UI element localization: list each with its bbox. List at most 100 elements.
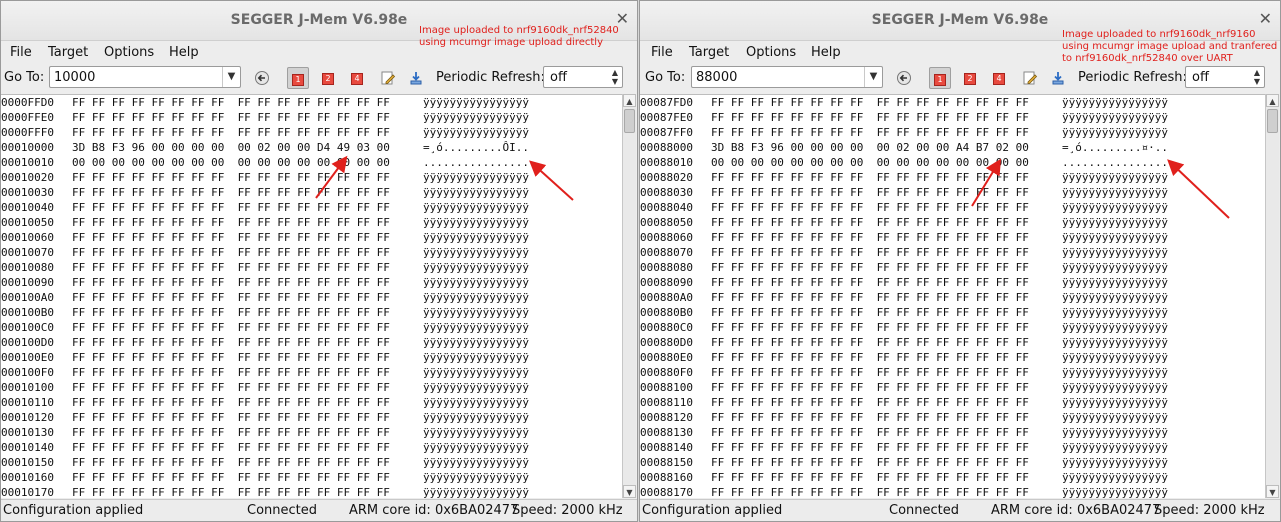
hex-bytes[interactable]: FF FF FF FF FF FF FF FF FF FF FF FF FF F… <box>72 170 390 185</box>
hex-ascii[interactable]: =¸ó.........¤·.. <box>1062 140 1168 155</box>
periodic-refresh-select[interactable]: off ▲ ▼ <box>1185 66 1265 88</box>
goto-address-combobox[interactable]: 88000 ▼ <box>691 66 883 88</box>
hex-address[interactable]: 00010060 <box>1 230 54 245</box>
vertical-scrollbar[interactable]: ▲ ▼ <box>1265 94 1279 498</box>
hex-bytes[interactable]: FF FF FF FF FF FF FF FF FF FF FF FF FF F… <box>711 410 1029 425</box>
hex-ascii[interactable]: ÿÿÿÿÿÿÿÿÿÿÿÿÿÿÿÿ <box>1062 410 1168 425</box>
memory-hex-view[interactable]: 0000FFD0 FF FF FF FF FF FF FF FF FF FF FF… <box>1 94 622 498</box>
memory-hex-view[interactable]: 00087FD0 FF FF FF FF FF FF FF FF FF FF FF… <box>640 94 1265 498</box>
hex-address[interactable]: 000880B0 <box>640 305 693 320</box>
hex-ascii[interactable]: ÿÿÿÿÿÿÿÿÿÿÿÿÿÿÿÿ <box>423 260 529 275</box>
hex-address[interactable]: 000100F0 <box>1 365 54 380</box>
hex-address[interactable]: 00010010 <box>1 155 54 170</box>
hex-bytes[interactable]: FF FF FF FF FF FF FF FF FF FF FF FF FF F… <box>711 230 1029 245</box>
memory-1-icon[interactable]: 1 <box>287 67 309 89</box>
hex-address[interactable]: 00088080 <box>640 260 693 275</box>
hex-address[interactable]: 000100C0 <box>1 320 54 335</box>
hex-ascii[interactable]: ÿÿÿÿÿÿÿÿÿÿÿÿÿÿÿÿ <box>423 215 529 230</box>
scrollbar-thumb[interactable] <box>1267 109 1278 133</box>
spin-arrows-icon[interactable]: ▲ ▼ <box>612 68 618 86</box>
back-arrow-icon[interactable] <box>251 67 273 89</box>
hex-ascii[interactable]: ÿÿÿÿÿÿÿÿÿÿÿÿÿÿÿÿ <box>1062 380 1168 395</box>
hex-bytes[interactable]: FF FF FF FF FF FF FF FF FF FF FF FF FF F… <box>72 380 390 395</box>
hex-bytes[interactable]: FF FF FF FF FF FF FF FF FF FF FF FF FF F… <box>711 395 1029 410</box>
hex-bytes[interactable]: FF FF FF FF FF FF FF FF FF FF FF FF FF F… <box>72 200 390 215</box>
menu-file[interactable]: File <box>10 45 32 60</box>
hex-ascii[interactable]: ÿÿÿÿÿÿÿÿÿÿÿÿÿÿÿÿ <box>1062 110 1168 125</box>
hex-ascii[interactable]: ÿÿÿÿÿÿÿÿÿÿÿÿÿÿÿÿ <box>1062 425 1168 440</box>
hex-bytes[interactable]: FF FF FF FF FF FF FF FF FF FF FF FF FF F… <box>711 455 1029 470</box>
hex-address[interactable]: 00010160 <box>1 470 54 485</box>
hex-bytes[interactable]: FF FF FF FF FF FF FF FF FF FF FF FF FF F… <box>72 320 390 335</box>
hex-ascii[interactable]: ÿÿÿÿÿÿÿÿÿÿÿÿÿÿÿÿ <box>423 125 529 140</box>
hex-ascii[interactable]: ................ <box>1062 155 1168 170</box>
hex-address[interactable]: 000880C0 <box>640 320 693 335</box>
hex-address[interactable]: 000880E0 <box>640 350 693 365</box>
hex-address[interactable]: 00088110 <box>640 395 693 410</box>
menu-file[interactable]: File <box>651 45 673 60</box>
hex-ascii[interactable]: ÿÿÿÿÿÿÿÿÿÿÿÿÿÿÿÿ <box>1062 455 1168 470</box>
edit-icon[interactable] <box>377 67 399 89</box>
hex-address[interactable]: 00088140 <box>640 440 693 455</box>
hex-address[interactable]: 00010040 <box>1 200 54 215</box>
hex-address[interactable]: 00088060 <box>640 230 693 245</box>
hex-bytes[interactable]: 3D B8 F3 96 00 00 00 00 00 02 00 00 D4 4… <box>72 140 390 155</box>
hex-ascii[interactable]: ÿÿÿÿÿÿÿÿÿÿÿÿÿÿÿÿ <box>1062 335 1168 350</box>
download-icon[interactable] <box>405 67 427 89</box>
scroll-up-icon[interactable]: ▲ <box>1266 94 1279 107</box>
hex-address[interactable]: 00010130 <box>1 425 54 440</box>
chevron-down-icon[interactable]: ▼ <box>864 67 882 87</box>
hex-bytes[interactable]: FF FF FF FF FF FF FF FF FF FF FF FF FF F… <box>711 335 1029 350</box>
title-bar[interactable]: SEGGER J-Mem V6.98e ✕ Image uploaded to … <box>1 1 637 48</box>
hex-address[interactable]: 00010020 <box>1 170 54 185</box>
hex-bytes[interactable]: FF FF FF FF FF FF FF FF FF FF FF FF FF F… <box>711 470 1029 485</box>
hex-address[interactable]: 00088000 <box>640 140 693 155</box>
menu-help[interactable]: Help <box>811 45 841 60</box>
scroll-up-icon[interactable]: ▲ <box>623 94 636 107</box>
hex-bytes[interactable]: FF FF FF FF FF FF FF FF FF FF FF FF FF F… <box>711 125 1029 140</box>
vertical-scrollbar[interactable]: ▲ ▼ <box>622 94 636 498</box>
hex-address[interactable]: 00010070 <box>1 245 54 260</box>
hex-bytes[interactable]: FF FF FF FF FF FF FF FF FF FF FF FF FF F… <box>72 215 390 230</box>
hex-address[interactable]: 000100D0 <box>1 335 54 350</box>
hex-bytes[interactable]: FF FF FF FF FF FF FF FF FF FF FF FF FF F… <box>711 275 1029 290</box>
hex-ascii[interactable]: ................ <box>423 155 529 170</box>
goto-address-combobox[interactable]: 10000 ▼ <box>49 66 241 88</box>
hex-ascii[interactable]: ÿÿÿÿÿÿÿÿÿÿÿÿÿÿÿÿ <box>423 440 529 455</box>
hex-address[interactable]: 00088170 <box>640 485 693 498</box>
hex-address[interactable]: 00088090 <box>640 275 693 290</box>
hex-bytes[interactable]: FF FF FF FF FF FF FF FF FF FF FF FF FF F… <box>72 365 390 380</box>
hex-ascii[interactable]: ÿÿÿÿÿÿÿÿÿÿÿÿÿÿÿÿ <box>423 305 529 320</box>
hex-ascii[interactable]: ÿÿÿÿÿÿÿÿÿÿÿÿÿÿÿÿ <box>1062 440 1168 455</box>
hex-bytes[interactable]: 00 00 00 00 00 00 00 00 00 00 00 00 00 0… <box>72 155 390 170</box>
hex-ascii[interactable]: ÿÿÿÿÿÿÿÿÿÿÿÿÿÿÿÿ <box>423 95 529 110</box>
hex-bytes[interactable]: FF FF FF FF FF FF FF FF FF FF FF FF FF F… <box>72 425 390 440</box>
hex-bytes[interactable]: FF FF FF FF FF FF FF FF FF FF FF FF FF F… <box>711 305 1029 320</box>
hex-address[interactable]: 00010110 <box>1 395 54 410</box>
hex-ascii[interactable]: ÿÿÿÿÿÿÿÿÿÿÿÿÿÿÿÿ <box>423 230 529 245</box>
hex-bytes[interactable]: FF FF FF FF FF FF FF FF FF FF FF FF FF F… <box>711 320 1029 335</box>
hex-address[interactable]: 000880A0 <box>640 290 693 305</box>
hex-bytes[interactable]: FF FF FF FF FF FF FF FF FF FF FF FF FF F… <box>72 110 390 125</box>
hex-bytes[interactable]: FF FF FF FF FF FF FF FF FF FF FF FF FF F… <box>72 350 390 365</box>
hex-address[interactable]: 00088130 <box>640 425 693 440</box>
menu-help[interactable]: Help <box>169 45 199 60</box>
hex-address[interactable]: 00010150 <box>1 455 54 470</box>
hex-ascii[interactable]: ÿÿÿÿÿÿÿÿÿÿÿÿÿÿÿÿ <box>1062 485 1168 498</box>
hex-address[interactable]: 00088100 <box>640 380 693 395</box>
hex-address[interactable]: 00088050 <box>640 215 693 230</box>
hex-bytes[interactable]: FF FF FF FF FF FF FF FF FF FF FF FF FF F… <box>72 95 390 110</box>
hex-bytes[interactable]: 00 00 00 00 00 00 00 00 00 00 00 00 00 0… <box>711 155 1029 170</box>
menu-options[interactable]: Options <box>746 45 796 60</box>
memory-4-icon[interactable]: 4 <box>346 67 368 89</box>
edit-icon[interactable] <box>1019 67 1041 89</box>
hex-ascii[interactable]: ÿÿÿÿÿÿÿÿÿÿÿÿÿÿÿÿ <box>423 185 529 200</box>
hex-ascii[interactable]: ÿÿÿÿÿÿÿÿÿÿÿÿÿÿÿÿ <box>1062 245 1168 260</box>
hex-ascii[interactable]: ÿÿÿÿÿÿÿÿÿÿÿÿÿÿÿÿ <box>423 170 529 185</box>
menu-target[interactable]: Target <box>689 45 729 60</box>
hex-bytes[interactable]: FF FF FF FF FF FF FF FF FF FF FF FF FF F… <box>72 125 390 140</box>
hex-bytes[interactable]: FF FF FF FF FF FF FF FF FF FF FF FF FF F… <box>711 185 1029 200</box>
hex-bytes[interactable]: FF FF FF FF FF FF FF FF FF FF FF FF FF F… <box>711 380 1029 395</box>
hex-ascii[interactable]: ÿÿÿÿÿÿÿÿÿÿÿÿÿÿÿÿ <box>423 410 529 425</box>
hex-ascii[interactable]: ÿÿÿÿÿÿÿÿÿÿÿÿÿÿÿÿ <box>423 290 529 305</box>
